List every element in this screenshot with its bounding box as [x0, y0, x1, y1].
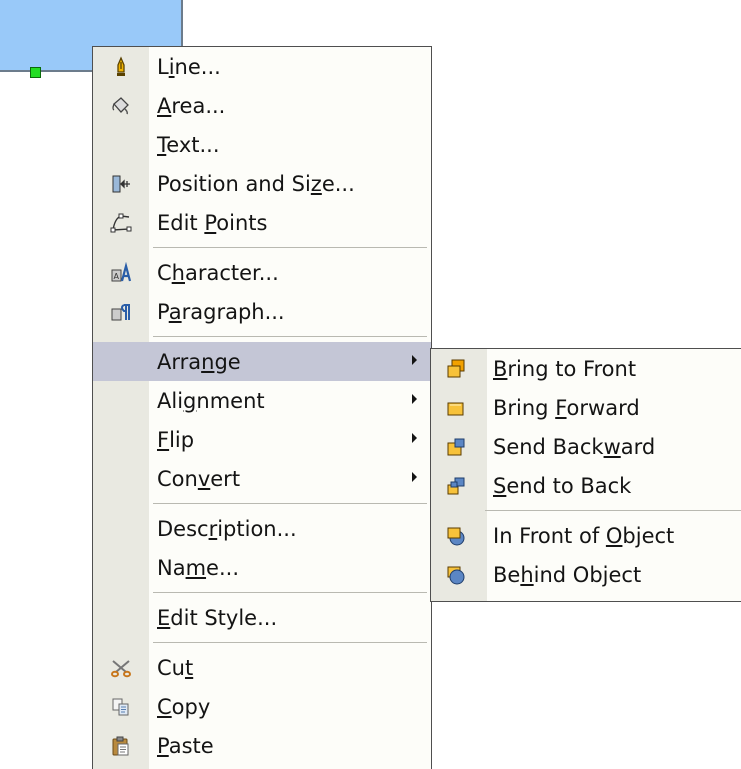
edit-points-icon	[93, 203, 149, 242]
menu-item-behind-object[interactable]: Behind Object	[431, 555, 741, 594]
menu-item-position-and-size[interactable]: Position and Size...	[93, 164, 431, 203]
menu-item-label: Cut	[157, 655, 194, 680]
menu-separator	[93, 242, 431, 253]
bring-to-front-icon	[431, 349, 481, 388]
menu-item-label: Paragraph...	[157, 299, 285, 324]
menu-item-send-backward[interactable]: Send Backward	[431, 427, 741, 466]
menu-item-name[interactable]: Name...	[93, 548, 431, 587]
drawing-canvas[interactable]: Line... Area... Text... Position and Siz…	[0, 0, 741, 769]
submenu-arrow-icon	[412, 394, 417, 404]
menu-item-label: Bring Forward	[493, 395, 640, 420]
menu-item-cut[interactable]: Cut	[93, 648, 431, 687]
menu-separator	[93, 498, 431, 509]
menu-item-bring-forward[interactable]: Bring Forward	[431, 388, 741, 427]
menu-separator	[431, 505, 741, 516]
menu-item-in-front-of-object[interactable]: In Front of Object	[431, 516, 741, 555]
arrange-submenu: Bring to Front Bring Forward Send Backwa…	[430, 348, 741, 602]
send-to-back-icon	[431, 466, 481, 505]
menu-item-paragraph[interactable]: Paragraph...	[93, 292, 431, 331]
menu-item-character[interactable]: A Character...	[93, 253, 431, 292]
menu-item-label: In Front of Object	[493, 523, 675, 548]
menu-item-label: Copy	[157, 694, 211, 719]
submenu-arrow-icon	[412, 433, 417, 443]
svg-text:A: A	[114, 272, 120, 281]
menu-item-label: Behind Object	[493, 562, 642, 587]
scissors-icon	[93, 648, 149, 687]
send-backward-icon	[431, 427, 481, 466]
menu-item-label: Send Backward	[493, 434, 656, 459]
copy-icon	[93, 687, 149, 726]
menu-item-label: Paste	[157, 733, 214, 758]
selection-handle[interactable]	[30, 67, 41, 78]
paste-icon	[93, 726, 149, 765]
menu-item-label: Text...	[157, 132, 220, 157]
in-front-of-object-icon	[431, 516, 481, 555]
menu-item-label: Arrange	[157, 349, 241, 374]
menu-item-edit-points[interactable]: Edit Points	[93, 203, 431, 242]
menu-item-label: Character...	[157, 260, 279, 285]
menu-item-label: Position and Size...	[157, 171, 355, 196]
behind-object-icon	[431, 555, 481, 594]
pen-icon	[93, 47, 149, 86]
menu-item-label: Flip	[157, 427, 195, 452]
menu-item-label: Convert	[157, 466, 241, 491]
menu-item-label: Description...	[157, 516, 297, 541]
menu-item-paste[interactable]: Paste	[93, 726, 431, 765]
menu-item-alignment[interactable]: Alignment	[93, 381, 431, 420]
menu-item-send-to-back[interactable]: Send to Back	[431, 466, 741, 505]
menu-item-copy[interactable]: Copy	[93, 687, 431, 726]
bring-forward-icon	[431, 388, 481, 427]
menu-item-flip[interactable]: Flip	[93, 420, 431, 459]
submenu-arrow-icon	[412, 472, 417, 482]
paragraph-icon	[93, 292, 149, 331]
menu-item-label: Line...	[157, 54, 221, 79]
submenu-arrow-icon	[412, 355, 417, 365]
paint-bucket-icon	[93, 86, 149, 125]
menu-item-text[interactable]: Text...	[93, 125, 431, 164]
menu-item-arrange[interactable]: Arrange	[93, 342, 431, 381]
menu-separator	[93, 331, 431, 342]
character-icon: A	[93, 253, 149, 292]
menu-separator	[93, 587, 431, 598]
context-menu: Line... Area... Text... Position and Siz…	[92, 46, 432, 769]
menu-item-convert[interactable]: Convert	[93, 459, 431, 498]
menu-item-bring-to-front[interactable]: Bring to Front	[431, 349, 741, 388]
menu-item-line[interactable]: Line...	[93, 47, 431, 86]
menu-item-label: Bring to Front	[493, 356, 637, 381]
menu-item-label: Edit Style...	[157, 605, 278, 630]
menu-item-label: Area...	[157, 93, 226, 118]
menu-item-label: Edit Points	[157, 210, 268, 235]
menu-item-area[interactable]: Area...	[93, 86, 431, 125]
menu-item-label: Alignment	[157, 388, 265, 413]
menu-item-label: Name...	[157, 555, 239, 580]
menu-separator	[93, 637, 431, 648]
menu-item-label: Send to Back	[493, 473, 632, 498]
position-size-icon	[93, 164, 149, 203]
menu-item-edit-style[interactable]: Edit Style...	[93, 598, 431, 637]
menu-item-description[interactable]: Description...	[93, 509, 431, 548]
